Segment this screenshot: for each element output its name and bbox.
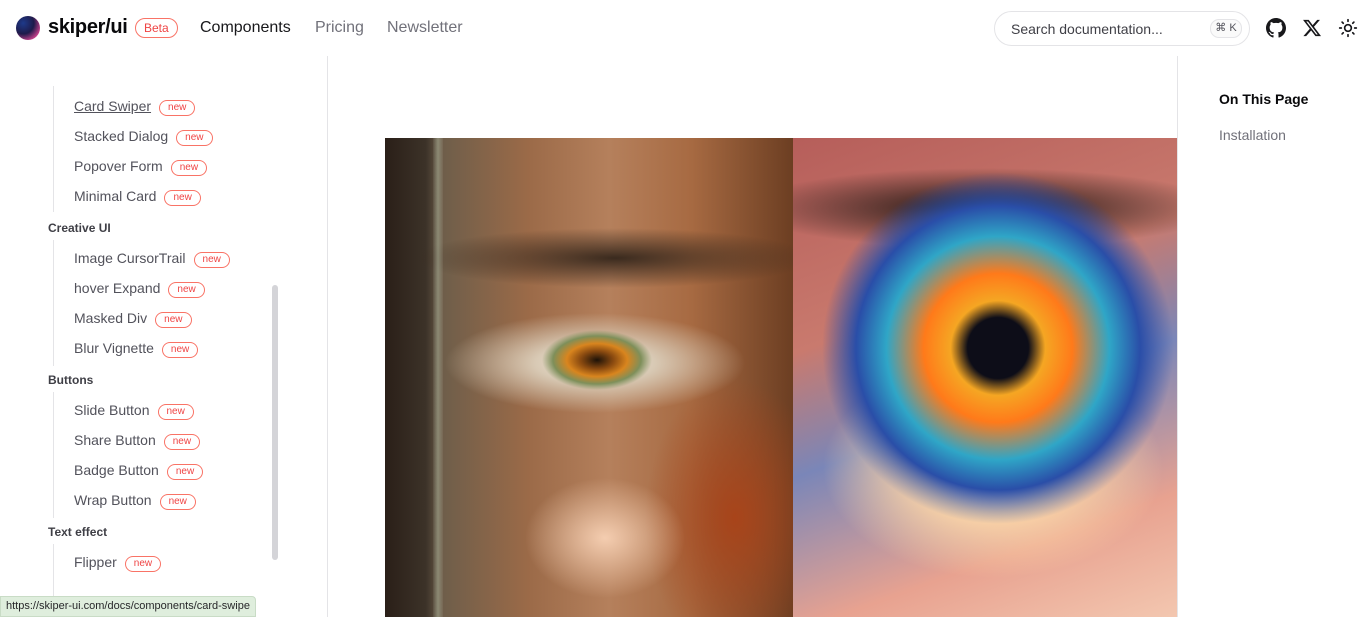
sun-icon[interactable] [1338,18,1358,38]
new-badge: new [157,404,194,420]
toc-title: On This Page [1219,91,1309,107]
new-badge: new [155,312,192,328]
new-badge: new [176,130,213,146]
card-swiper-preview[interactable] [385,138,1177,617]
sidebar-item-hover-expand[interactable]: hover Expand new [74,280,205,298]
new-badge: new [193,252,230,268]
group-divider [53,392,54,518]
search-placeholder: Search documentation... [1011,21,1163,37]
link-preview-statusbar: https://skiper-ui.com/docs/components/ca… [0,596,256,617]
github-icon[interactable] [1266,18,1286,38]
eye-photo-left [385,138,793,617]
nav-newsletter[interactable]: Newsletter [387,19,463,37]
search-input[interactable]: Search documentation... ⌘ K [994,11,1250,46]
eye-photo-right [793,138,1177,617]
sidebar-item-badge-button[interactable]: Badge Button new [74,462,204,480]
group-divider [53,86,54,212]
sidebar-item-minimal-card[interactable]: Minimal Card new [74,188,201,206]
beta-badge: Beta [135,18,178,38]
sidebar-item-masked-div[interactable]: Masked Div new [74,310,192,328]
group-title-creative-ui: Creative UI [48,221,111,235]
x-icon[interactable] [1302,18,1322,38]
sidebar-item-popover-form[interactable]: Popover Form new [74,158,208,176]
sidebar-item-stacked-dialog[interactable]: Stacked Dialog new [74,128,213,146]
sidebar-item-wrap-button[interactable]: Wrap Button new [74,492,196,510]
search-shortcut-kbd: ⌘ K [1210,19,1242,38]
sidebar-scrollbar[interactable] [272,285,278,560]
nav-pricing[interactable]: Pricing [315,19,364,37]
sidebar-item-card-swiper[interactable]: Card Swiper new [74,98,196,116]
sidebar-item-slide-button[interactable]: Slide Button new [74,402,194,420]
new-badge: new [170,160,208,176]
new-badge: new [159,494,196,510]
new-badge: new [164,190,201,206]
new-badge: new [124,556,162,572]
toc-link-installation[interactable]: Installation [1219,127,1286,143]
logo-icon[interactable] [16,16,40,40]
on-this-page: On This Page Installation [1177,56,1366,617]
new-badge: new [163,434,201,450]
group-title-buttons: Buttons [48,373,94,387]
new-badge: new [166,464,204,480]
sidebar-item-image-cursortrail[interactable]: Image CursorTrail new [74,250,230,268]
sidebar-item-flipper[interactable]: Flipper new [74,554,162,572]
sidebar: Card Swiper new Stacked Dialog new Popover… [0,56,328,617]
group-title-text-effect: Text effect [48,525,108,539]
sidebar-item-blur-vignette[interactable]: Blur Vignette new [74,340,199,358]
nav-components[interactable]: Components [200,19,291,37]
new-badge: new [159,100,196,116]
new-badge: new [168,282,205,298]
sidebar-item-share-button[interactable]: Share Button new [74,432,201,450]
group-divider [53,240,54,366]
glass-reflection [433,138,443,617]
top-navbar: skiper/ui Beta Components Pricing Newsle… [0,0,1366,56]
brand-name[interactable]: skiper/ui [48,16,128,39]
new-badge: new [161,342,199,358]
